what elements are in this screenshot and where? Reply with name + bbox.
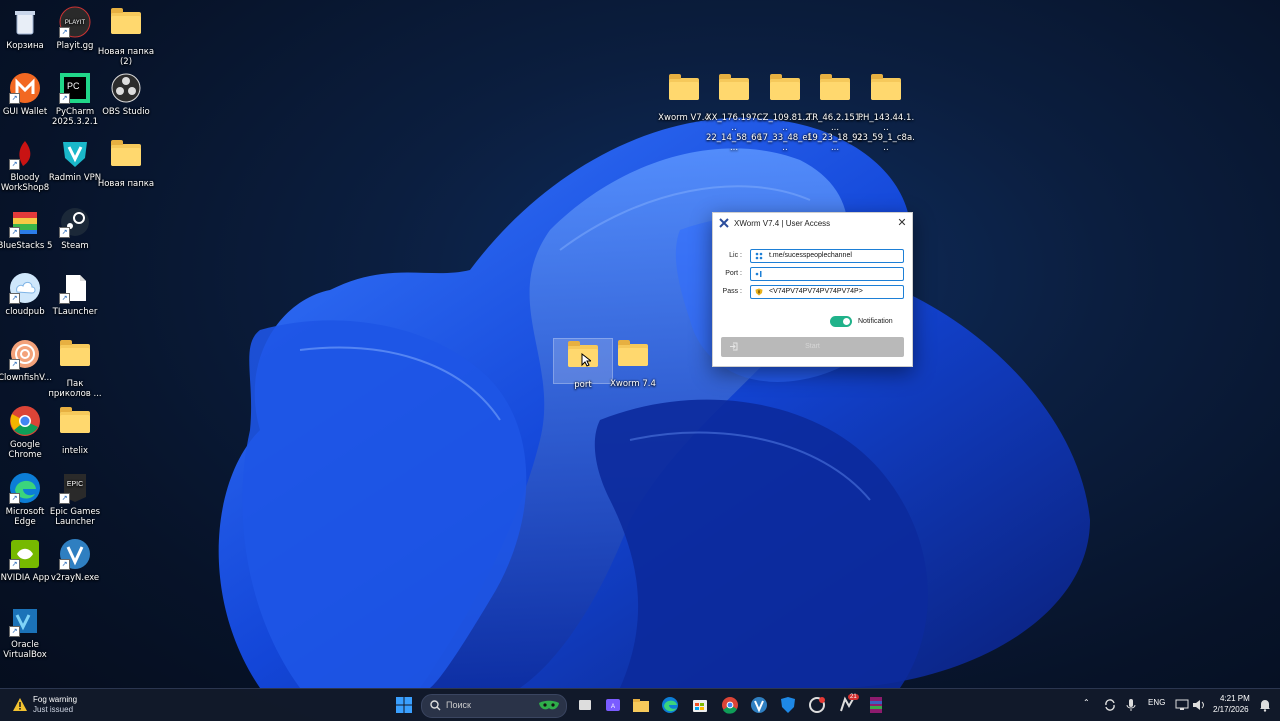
winrar-icon[interactable] [865,694,887,716]
taskbar-search[interactable]: Поиск [421,694,567,718]
start-menu-button[interactable] [393,694,415,716]
dialog-titlebar[interactable]: XWorm V7.4 | User Access ✕ [713,213,912,233]
widgets-app-icon[interactable]: A [602,694,624,716]
steam-icon[interactable]: ↗ Steam [46,206,104,251]
port-row: Port : [713,267,912,281]
notification-bell-icon[interactable] [1258,698,1272,712]
icon-label: OBS Studio [102,107,150,117]
icon-label: Playit.gg [56,41,94,51]
v2rayn-icon[interactable]: ↗ v2rayN.exe [46,538,104,583]
radmin-vpn-icon[interactable]: Radmin VPN [46,138,104,183]
login-icon [730,342,738,351]
edge-taskbar-icon[interactable] [659,694,681,716]
start-button[interactable]: Start [721,337,904,357]
windows-logo-icon [396,697,412,713]
app-taskbar-icon[interactable] [806,694,828,716]
taskbar: Fog warning Just issued Поиск A 21 ⌃ ENG… [0,688,1280,721]
close-button[interactable]: ✕ [892,213,912,233]
svg-text:PLAYIT: PLAYIT [65,20,86,26]
tlauncher-icon[interactable]: ↗ TLauncher [46,272,104,317]
microsoft-store-icon[interactable] [689,694,711,716]
language-indicator[interactable]: ENG [1148,698,1165,707]
weather-title: Fog warning [33,695,78,704]
lic-value: t.me/sucesspeoplechannel [769,252,852,259]
file-explorer-icon[interactable] [630,694,652,716]
network-icon [755,252,763,260]
volume-icon[interactable] [1192,698,1206,712]
epic-games-icon[interactable]: EPIC ↗ Epic Games Launcher [46,472,104,527]
xworm-user-access-dialog: XWorm V7.4 | User Access ✕ Lic : t.me/su… [712,212,913,367]
defender-shield-icon[interactable] [777,694,799,716]
svg-text:EPIC: EPIC [67,481,83,488]
pycharm-icon[interactable]: PC ↗ PyCharm 2025.3.2.1 [46,72,104,127]
network-icon[interactable] [1175,698,1189,712]
port-label: Port : [725,270,742,277]
notifications-app-icon[interactable]: 21 [836,694,859,716]
oracle-virtualbox-icon[interactable]: ↗ Oracle VirtualBox [0,605,54,660]
icon-label: Epic Games Launcher [49,507,101,527]
search-placeholder: Поиск [446,700,471,710]
port-field[interactable] [750,267,904,281]
sync-icon[interactable] [1103,698,1117,712]
clock-time[interactable]: 4:21 PM [1220,694,1250,703]
warning-icon [13,698,27,711]
chevron-up-icon[interactable]: ⌃ [1083,698,1090,707]
svg-text:PC: PC [67,81,80,91]
icon-label: XX_176.197.... 22_14_58_66... [705,113,763,153]
v2rayn-taskbar-icon[interactable] [748,694,770,716]
folder-icon[interactable]: PH_143.44.1... 23_59_1_c8a... [857,72,915,153]
icon-label: TR_46.2.151.... 19_23_18_91... [806,113,863,153]
folder-icon[interactable]: XX_176.197.... 22_14_58_66... [705,72,763,153]
lic-label: Lic : [729,252,742,259]
folder-icon[interactable]: Новая папка (2) [97,6,155,67]
icon-label: Пак приколов ... [48,379,102,399]
clock-date[interactable]: 2/17/2026 [1213,705,1249,714]
badge-count: 21 [848,694,859,700]
icon-label: Новая папка (2) [97,47,155,67]
notification-label: Notification [858,318,893,325]
weather-subtitle: Just issued [33,705,74,714]
icon-label: Radmin VPN [48,173,102,183]
task-view-icon[interactable] [574,694,596,716]
icon-label: v2rayN.exe [50,573,100,583]
pass-value: <V74PV74PV74PV74PV74P> [769,288,863,295]
folder-icon[interactable]: Пак приколов ... [46,338,104,399]
icon-label: Oracle VirtualBox [3,640,47,660]
weather-widget[interactable]: Fog warning Just issued [12,694,102,716]
mask-icon [539,700,559,710]
chrome-taskbar-icon[interactable] [719,694,741,716]
lic-row: Lic : t.me/sucesspeoplechannel [713,249,912,263]
obs-studio-icon[interactable]: OBS Studio [97,72,155,117]
svg-text:A: A [611,704,615,710]
dialog-title: XWorm V7.4 | User Access [734,218,831,228]
icon-label: PyCharm 2025.3.2.1 [52,107,98,127]
pass-field[interactable]: <V74PV74PV74PV74PV74P> [750,285,904,299]
icon-label: Новая папка [97,179,155,189]
icon-label: PH_143.44.1... 23_59_1_c8a... [857,113,915,153]
folder-icon[interactable]: Xworm 7.4 [604,338,662,389]
search-icon [430,700,441,711]
pass-label: Pass : [722,288,742,295]
icon-label: intelix [61,446,89,456]
microphone-icon[interactable] [1125,698,1137,712]
icon-label: TLauncher [52,307,98,317]
lic-field[interactable]: t.me/sucesspeoplechannel [750,249,904,263]
folder-icon[interactable]: intelix [46,405,104,456]
folder-icon[interactable]: TR_46.2.151.... 19_23_18_91... [806,72,864,153]
start-label: Start [805,343,820,350]
folder-icon[interactable]: Новая папка [97,138,155,189]
playit-icon[interactable]: PLAYIT ↗ Playit.gg [46,6,104,51]
pass-row: Pass : <V74PV74PV74PV74PV74P> [713,285,912,299]
xworm-logo-icon [719,218,729,228]
notification-toggle[interactable] [830,316,852,327]
icon-label: Xworm 7.4 [610,379,656,389]
shield-icon [755,288,763,296]
trash-icon [9,6,41,38]
mouse-cursor-icon [581,353,591,367]
icon-label: Steam [61,241,89,251]
port-icon [755,271,762,277]
